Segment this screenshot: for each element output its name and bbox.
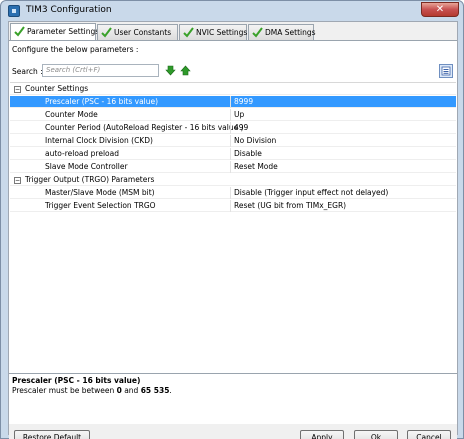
parameter-grid: − Counter Settings Prescaler (PSC - 16 b…	[10, 82, 456, 372]
restore-default-button[interactable]: Restore Default	[14, 430, 90, 439]
column-separator	[230, 200, 231, 212]
param-value[interactable]: No Division	[234, 135, 276, 147]
description-box: Prescaler (PSC - 16 bits value) Prescale…	[9, 373, 457, 425]
check-icon	[14, 26, 25, 37]
param-name: Prescaler (PSC - 16 bits value)	[45, 97, 159, 106]
search-label: Search :	[12, 67, 43, 76]
group-label: Counter Settings	[25, 84, 89, 93]
param-value[interactable]: Reset (UG bit from TIMx_EGR)	[234, 200, 346, 212]
collapse-icon[interactable]: −	[14, 86, 21, 93]
param-value[interactable]: Reset Mode	[234, 161, 278, 173]
tab-nvic-settings[interactable]: NVIC Settings	[179, 24, 247, 40]
title-bar[interactable]: TIM3 Configuration ✕	[1, 1, 463, 21]
tab-user-constants[interactable]: User Constants	[97, 24, 178, 40]
description-prefix: Prescaler must be between	[12, 386, 117, 395]
app-icon	[8, 5, 20, 17]
table-row[interactable]: Slave Mode Controller Reset Mode	[10, 161, 456, 173]
window-title: TIM3 Configuration	[26, 5, 112, 15]
dialog-client: Parameter Settings User Constants NVIC S…	[8, 21, 458, 439]
param-name: Master/Slave Mode (MSM bit)	[45, 188, 155, 197]
tab-label: User Constants	[114, 28, 172, 37]
configure-label: Configure the below parameters :	[12, 45, 139, 54]
parameter-settings-panel: Configure the below parameters : Search …	[9, 40, 457, 425]
tab-parameter-settings[interactable]: Parameter Settings	[10, 23, 100, 41]
table-row[interactable]: Counter Period (AutoReload Register - 16…	[10, 122, 456, 134]
search-input[interactable]: Search (Crtl+F)	[42, 64, 159, 77]
description-mid: and	[121, 386, 141, 395]
table-row[interactable]: Trigger Event Selection TRGO Reset (UG b…	[10, 200, 456, 212]
cancel-button[interactable]: Cancel	[407, 430, 451, 439]
param-value[interactable]: Disable (Trigger input effect not delaye…	[234, 187, 388, 199]
tab-dma-settings[interactable]: DMA Settings	[248, 24, 316, 40]
column-separator	[230, 96, 231, 108]
column-separator	[230, 135, 231, 147]
table-row[interactable]: Counter Mode Up	[10, 109, 456, 121]
description-max: 65 535	[140, 386, 170, 395]
group-row-trigger-output[interactable]: − Trigger Output (TRGO) Parameters	[10, 174, 456, 186]
ok-button[interactable]: Ok	[354, 430, 398, 439]
tab-label: NVIC Settings	[196, 28, 248, 37]
param-name: auto-reload preload	[45, 149, 119, 158]
param-name: Trigger Event Selection TRGO	[45, 201, 156, 210]
description-text: Prescaler must be between 0 and 65 535.	[12, 386, 172, 395]
column-separator	[230, 122, 231, 134]
param-name: Counter Mode	[45, 110, 98, 119]
group-row-counter-settings[interactable]: − Counter Settings	[10, 83, 456, 95]
column-separator	[230, 109, 231, 121]
group-label: Trigger Output (TRGO) Parameters	[25, 175, 155, 184]
tab-label: DMA Settings	[265, 28, 316, 37]
arrow-up-icon[interactable]	[180, 65, 191, 76]
column-separator	[230, 148, 231, 160]
tab-label: Parameter Settings	[27, 27, 100, 36]
table-row[interactable]: Internal Clock Division (CKD) No Divisio…	[10, 135, 456, 147]
close-button[interactable]: ✕	[421, 2, 459, 17]
arrow-down-icon[interactable]	[165, 65, 176, 76]
apply-button[interactable]: Apply	[300, 430, 344, 439]
list-view-icon[interactable]	[439, 64, 453, 78]
description-title: Prescaler (PSC - 16 bits value)	[12, 376, 141, 385]
description-suffix: .	[169, 386, 172, 395]
param-value[interactable]: 499	[234, 122, 248, 134]
table-row[interactable]: Prescaler (PSC - 16 bits value) 8999	[10, 96, 456, 108]
table-row[interactable]: Master/Slave Mode (MSM bit) Disable (Tri…	[10, 187, 456, 199]
window: TIM3 Configuration ✕ Parameter Settings …	[0, 0, 464, 439]
check-icon	[183, 27, 194, 38]
param-value[interactable]: Disable	[234, 148, 262, 160]
column-separator	[230, 161, 231, 173]
check-icon	[101, 27, 112, 38]
table-row[interactable]: auto-reload preload Disable	[10, 148, 456, 160]
param-value[interactable]: Up	[234, 109, 244, 121]
collapse-icon[interactable]: −	[14, 177, 21, 184]
param-name: Internal Clock Division (CKD)	[45, 136, 153, 145]
column-separator	[230, 187, 231, 199]
param-value[interactable]: 8999	[234, 96, 253, 108]
param-name: Slave Mode Controller	[45, 162, 128, 171]
button-bar: Restore Default Apply Ok Cancel	[9, 424, 457, 439]
param-name: Counter Period (AutoReload Register - 16…	[45, 123, 244, 132]
check-icon	[252, 27, 263, 38]
